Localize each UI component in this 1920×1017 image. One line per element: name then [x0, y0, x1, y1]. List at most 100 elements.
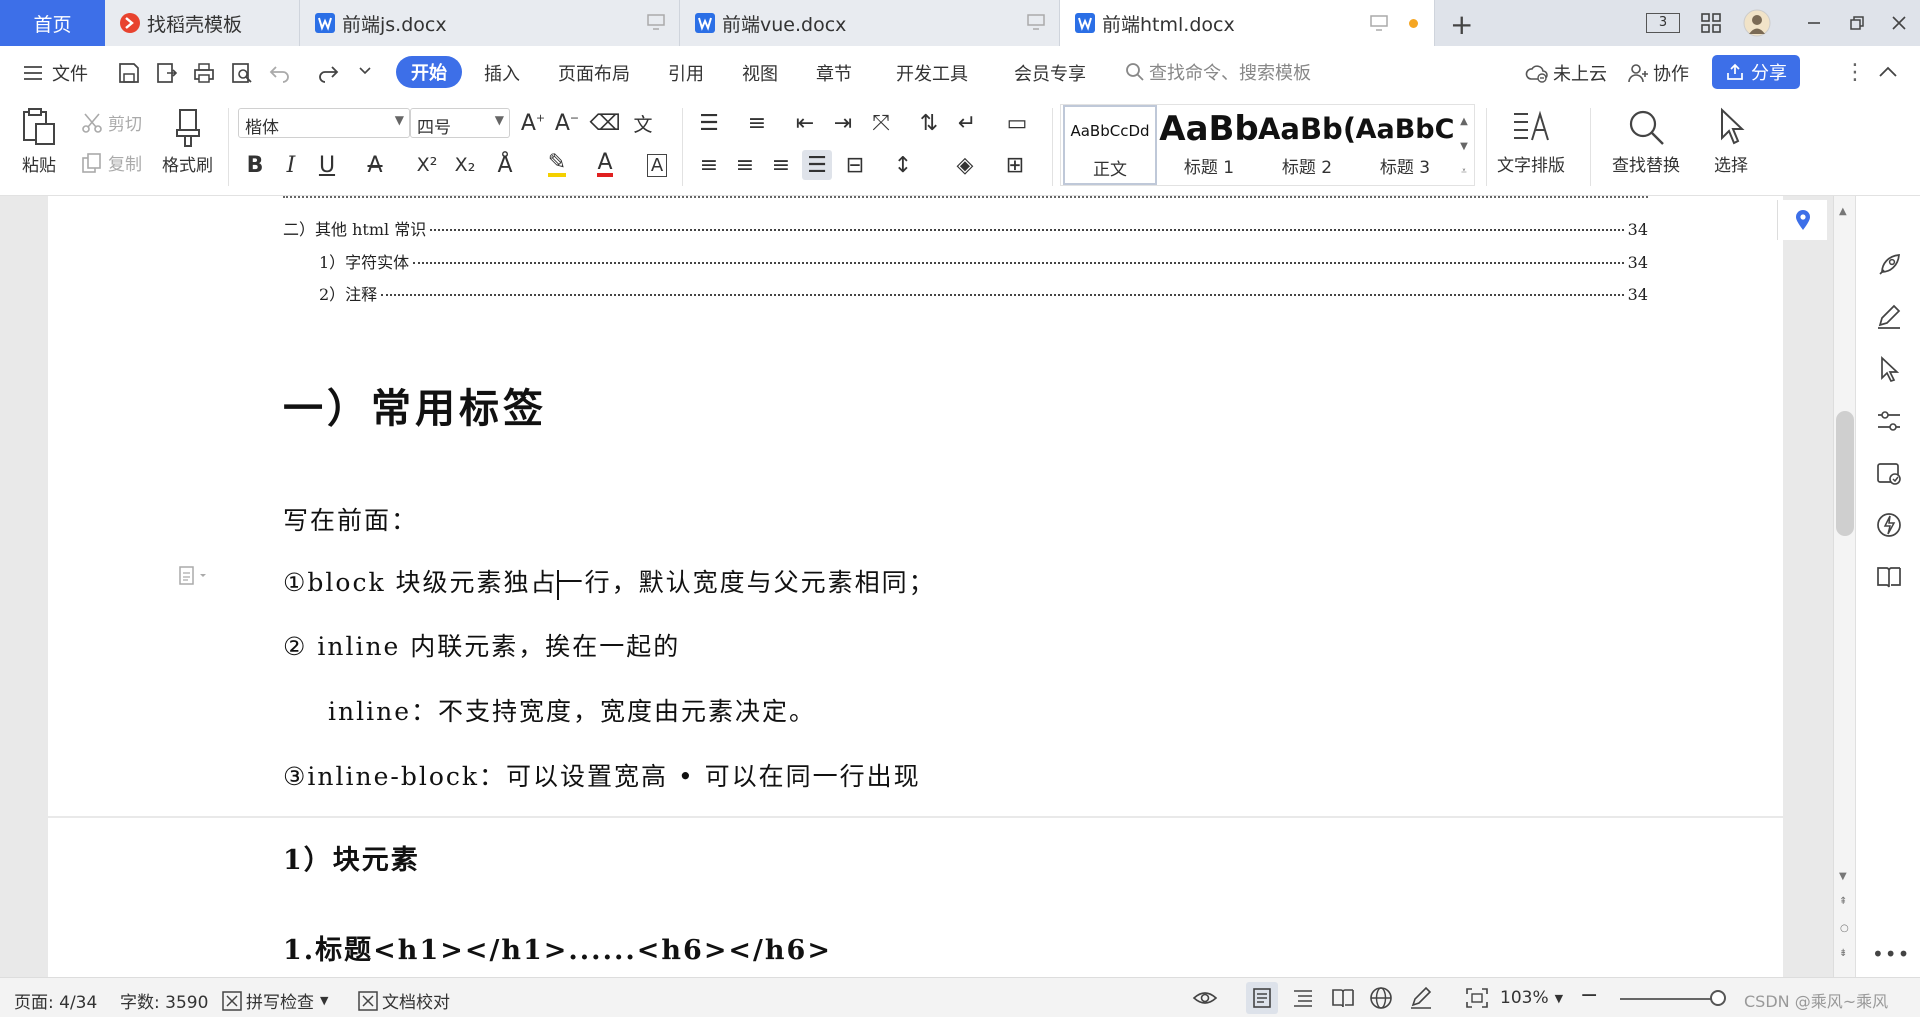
- print-icon[interactable]: [192, 61, 216, 85]
- collaborate-button[interactable]: 协作: [1627, 60, 1689, 86]
- eye-protection-icon[interactable]: [1192, 986, 1218, 1010]
- tab-page-layout[interactable]: 页面布局: [558, 60, 630, 86]
- select-button[interactable]: 选择: [1710, 106, 1752, 176]
- reading-view-icon[interactable]: [1330, 986, 1356, 1010]
- grow-font-button[interactable]: A+: [518, 108, 548, 138]
- phonetic-guide-button[interactable]: 文: [628, 108, 658, 138]
- align-center-button[interactable]: ≡: [730, 150, 760, 180]
- ruler-button[interactable]: ▭: [1002, 108, 1032, 138]
- word-count[interactable]: 字数: 3590: [120, 988, 208, 1013]
- paragraph-intro[interactable]: 写在前面：: [283, 501, 418, 537]
- backup-icon[interactable]: [1874, 458, 1904, 488]
- previous-page-icon[interactable]: ⇞: [1839, 896, 1847, 907]
- write-mode-icon[interactable]: [1408, 986, 1434, 1010]
- page-indicator[interactable]: 页面: 4/34: [14, 988, 97, 1013]
- cloud-status-button[interactable]: 未上云: [1525, 60, 1607, 86]
- paste-button[interactable]: 粘贴: [18, 106, 60, 176]
- align-left-button[interactable]: ≡: [694, 150, 724, 180]
- find-replace-button[interactable]: 查找替换: [1612, 106, 1680, 176]
- book-icon[interactable]: [1874, 562, 1904, 592]
- zoom-slider-thumb[interactable]: [1710, 990, 1726, 1006]
- cut-button[interactable]: 剪切: [80, 110, 142, 135]
- tab-vue-docx[interactable]: 前端vue.docx: [680, 0, 1060, 46]
- increase-indent-button[interactable]: ⇥: [828, 108, 858, 138]
- paragraph-marker[interactable]: [178, 566, 208, 586]
- document-proof-button[interactable]: 文档校对: [358, 988, 450, 1013]
- restore-button[interactable]: [1843, 10, 1871, 36]
- vertical-scrollbar[interactable]: ▲ ▼ ⇞ ○ ⇟: [1833, 196, 1855, 977]
- paragraph-inline-block[interactable]: ③inline-block：可以设置宽高 • 可以在同一行出现: [283, 757, 921, 793]
- heading-level-3[interactable]: 1.标题<h1></h1>......<h6></h6>: [283, 928, 832, 967]
- zoom-out-button[interactable]: −: [1580, 983, 1598, 1008]
- show-marks-button[interactable]: ↵: [952, 108, 982, 138]
- toc-entry[interactable]: 2）注释 34: [283, 281, 1648, 305]
- gallery-scroll[interactable]: ▲ ▼ ⩡: [1456, 109, 1472, 184]
- minimize-button[interactable]: [1800, 10, 1828, 36]
- tab-home-ribbon[interactable]: 开始: [396, 56, 462, 88]
- text-effect-button[interactable]: Å: [490, 150, 520, 180]
- chinese-layout-button[interactable]: ⤧: [866, 108, 896, 138]
- file-menu[interactable]: 文件: [22, 60, 88, 86]
- ai-assistant-icon[interactable]: [1874, 510, 1904, 540]
- zoom-slider-track[interactable]: [1620, 998, 1720, 1000]
- command-search[interactable]: 查找命令、搜索模板: [1125, 59, 1311, 85]
- next-page-icon[interactable]: ⇟: [1839, 948, 1847, 959]
- outline-view-icon[interactable]: [1290, 986, 1316, 1010]
- layout-count-button[interactable]: 3: [1645, 10, 1681, 36]
- fit-page-icon[interactable]: [1464, 986, 1490, 1010]
- tab-home[interactable]: 首页: [0, 0, 105, 46]
- style-normal[interactable]: AaBbCcDd 正文: [1063, 105, 1157, 185]
- toc-entry[interactable]: 1）字符实体 34: [283, 249, 1648, 273]
- avatar[interactable]: [1743, 9, 1771, 37]
- tab-view[interactable]: 视图: [742, 60, 778, 86]
- tab-html-docx[interactable]: 前端html.docx: [1060, 0, 1435, 46]
- numbering-button[interactable]: ≡: [742, 108, 772, 138]
- copy-button[interactable]: 复制: [80, 150, 142, 175]
- text-layout-button[interactable]: 文字排版: [1497, 106, 1565, 176]
- tab-developer[interactable]: 开发工具: [896, 60, 968, 86]
- navigation-marker[interactable]: [1777, 200, 1827, 240]
- spell-check-button[interactable]: 拼写检查 ▼: [222, 988, 328, 1013]
- heading-level-1[interactable]: 一）常用标签: [283, 376, 547, 434]
- more-tools-icon[interactable]: •••: [1872, 942, 1910, 966]
- print-preview-icon[interactable]: [230, 61, 254, 85]
- pen-icon[interactable]: [1874, 301, 1904, 331]
- zoom-level-select[interactable]: 103% ▼: [1500, 988, 1563, 1008]
- grid-view-button[interactable]: [1697, 10, 1725, 36]
- web-view-icon[interactable]: [1368, 986, 1394, 1010]
- undo-icon[interactable]: [268, 61, 292, 85]
- tab-member[interactable]: 会员专享: [1014, 60, 1086, 86]
- sort-button[interactable]: ⇅: [914, 108, 944, 138]
- bullets-button[interactable]: ☰: [694, 108, 724, 138]
- style-heading-2[interactable]: AaBb( 标题 2: [1258, 105, 1356, 185]
- borders-button[interactable]: ⊞: [1000, 150, 1030, 180]
- close-window-button[interactable]: [1885, 10, 1913, 36]
- redo-icon[interactable]: [316, 61, 340, 85]
- justify-button[interactable]: ☰: [802, 150, 832, 180]
- underline-button[interactable]: U: [312, 150, 342, 180]
- export-pdf-icon[interactable]: [155, 61, 179, 85]
- rocket-icon[interactable]: [1874, 250, 1904, 280]
- tab-chapter[interactable]: 章节: [816, 60, 852, 86]
- tab-template[interactable]: 找稻壳模板: [105, 0, 300, 46]
- clear-format-button[interactable]: ⌫: [589, 108, 620, 138]
- scroll-up-icon[interactable]: ▲: [1839, 206, 1847, 217]
- new-tab-button[interactable]: +: [1450, 8, 1473, 41]
- paragraph-inline-note[interactable]: inline：不支持宽度，宽度由元素决定。: [328, 692, 816, 728]
- superscript-button[interactable]: X²: [412, 150, 442, 180]
- browse-object-icon[interactable]: ○: [1840, 923, 1849, 934]
- char-border-button[interactable]: A: [642, 150, 672, 180]
- shading-button[interactable]: ◈: [950, 150, 980, 180]
- decrease-indent-button[interactable]: ⇤: [790, 108, 820, 138]
- tab-insert[interactable]: 插入: [484, 60, 520, 86]
- scrollbar-thumb[interactable]: [1836, 411, 1854, 536]
- font-color-button[interactable]: A: [590, 150, 620, 180]
- page-view-button[interactable]: [1246, 982, 1278, 1014]
- font-name-select[interactable]: 楷体 ▼: [238, 108, 410, 138]
- line-spacing-button[interactable]: ↕: [888, 150, 918, 180]
- tab-js-docx[interactable]: 前端js.docx: [300, 0, 680, 46]
- style-heading-3[interactable]: AaBbC 标题 3: [1356, 105, 1455, 185]
- bold-button[interactable]: B: [240, 150, 270, 180]
- paragraph-block[interactable]: ①block 块级元素独占一行，默认宽度与父元素相同；: [283, 563, 936, 600]
- tab-references[interactable]: 引用: [668, 60, 704, 86]
